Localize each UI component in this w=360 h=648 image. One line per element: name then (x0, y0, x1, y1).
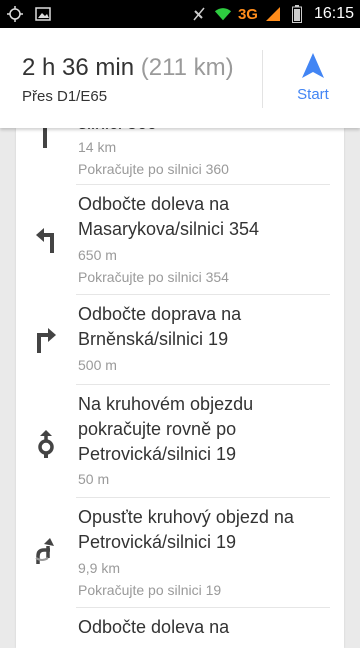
direction-step[interactable]: Odbočte doprava na Brněnská/silnici 19 5… (16, 295, 344, 385)
battery-icon (288, 5, 306, 23)
step-detail: Pokračujte po silnici 360 (78, 161, 229, 177)
step-instruction-line: Odbočte doleva na (78, 617, 230, 637)
step-instruction-line: Na kruhovém objezdu (78, 394, 254, 414)
header-divider (262, 50, 263, 108)
step-instruction-line: Odbočte doleva na (78, 194, 230, 214)
step-detail: Pokračujte po silnici 354 (78, 269, 229, 285)
step-instruction-line: Opusťte kruhový objezd na (78, 507, 294, 527)
step-distance: 9,9 km (78, 560, 121, 576)
direction-step[interactable]: silnici 360 14 km Pokračujte po silnici … (16, 128, 344, 185)
direction-step[interactable]: Na kruhovém objezdu pokračujte rovně po … (16, 385, 344, 498)
network-type: 3G (237, 5, 258, 23)
gps-icon (6, 5, 24, 23)
step-distance: 650 m (78, 247, 117, 263)
status-bar: 3G 16:15 (0, 0, 360, 28)
step-instruction-line: Brněnská/silnici 19 (78, 329, 229, 349)
navigation-arrow-icon (302, 53, 324, 78)
route-summary-header: 2 h 36 min (211 km) Přes D1/E65 Start (0, 28, 360, 128)
turn-right-icon (34, 327, 58, 358)
route-duration: 2 h 36 min (211 km) (22, 54, 234, 82)
wifi-icon (214, 5, 232, 23)
step-instruction-line: Petrovická/silnici 19 (78, 444, 237, 464)
turn-left-icon (34, 227, 58, 258)
clock: 16:15 (313, 5, 354, 22)
signal-icon (264, 5, 282, 23)
directions-list: silnici 360 14 km Pokračujte po silnici … (16, 128, 344, 648)
step-instruction-line: Odbočte doprava na (78, 304, 242, 324)
step-instruction: silnici 360 (78, 128, 336, 136)
image-icon (34, 5, 52, 23)
route-distance: (211 km) (140, 54, 234, 81)
start-label: Start (297, 86, 329, 103)
direction-step[interactable]: Odbočte doleva na Masarykova/silnici 354… (16, 185, 344, 295)
step-instruction-line: pokračujte rovně po (78, 419, 237, 439)
step-instruction-line: Masarykova/silnici 354 (78, 219, 260, 239)
step-distance: 500 m (78, 357, 117, 373)
step-distance: 50 m (78, 471, 110, 487)
step-detail: Pokračujte po silnici 19 (78, 582, 222, 598)
mute-icon (190, 5, 208, 23)
start-navigation-button[interactable]: Start (272, 42, 354, 122)
straight-arrow-icon (34, 128, 58, 153)
duration-text: 2 h 36 min (22, 54, 135, 81)
exit-roundabout-icon (34, 538, 60, 569)
route-via: Přes D1/E65 (22, 88, 108, 105)
roundabout-straight-icon (34, 430, 58, 463)
step-instruction-line: Petrovická/silnici 19 (78, 532, 237, 552)
direction-step[interactable]: Opusťte kruhový objezd na Petrovická/sil… (16, 498, 344, 608)
step-distance: 14 km (78, 139, 117, 155)
direction-step[interactable]: Odbočte doleva na (16, 608, 344, 648)
